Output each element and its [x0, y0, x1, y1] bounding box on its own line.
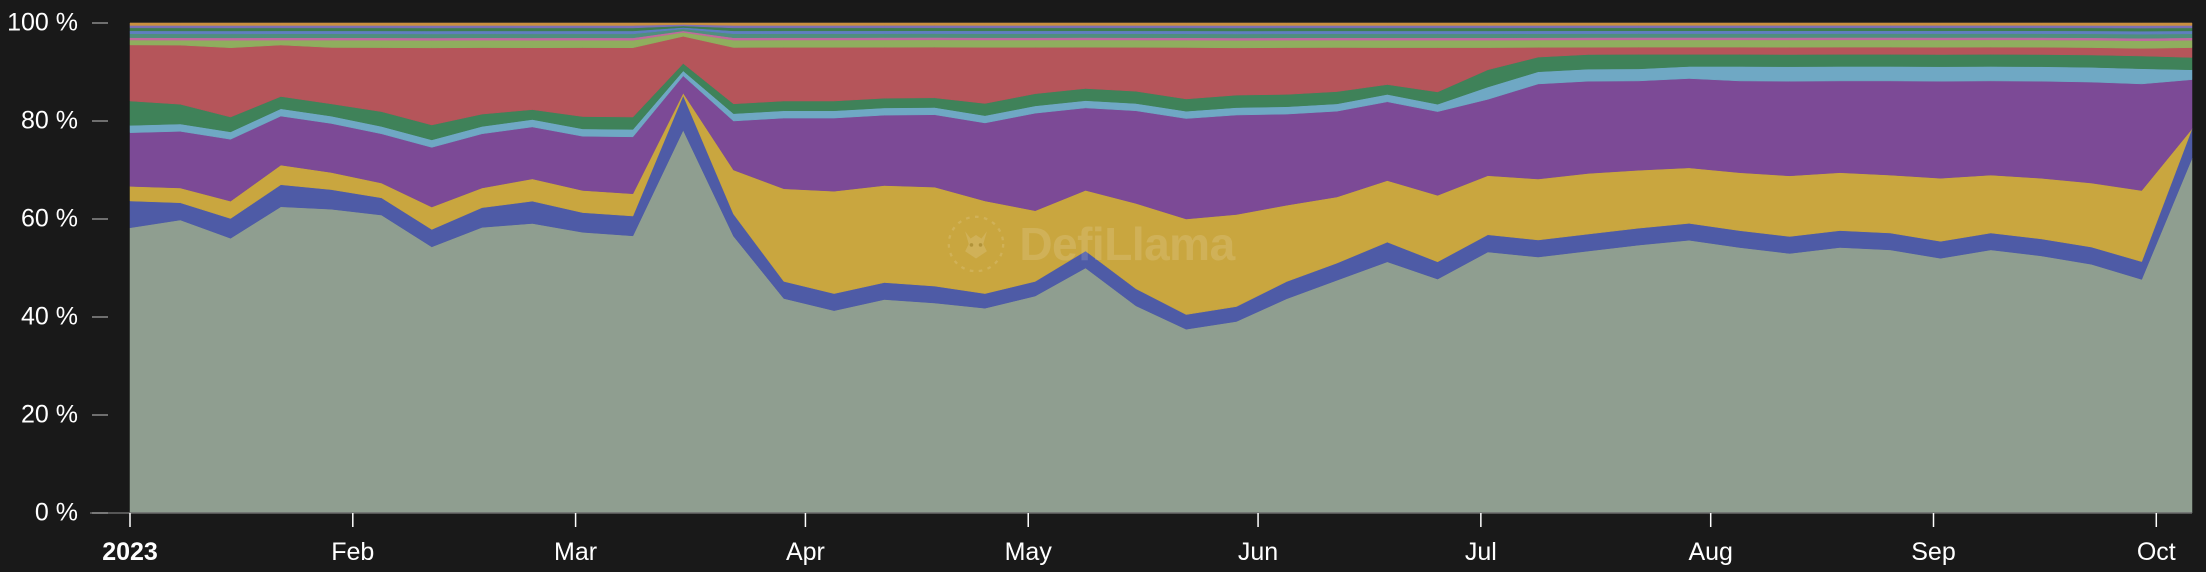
x-tick-label: Sep	[1911, 538, 1955, 566]
y-axis-labels: 0 % 20 % 40 % 60 % 80 % 100 %	[7, 9, 108, 527]
area-series-14[interactable]	[129, 22, 2193, 26]
x-tick-label: Apr	[786, 538, 825, 566]
x-tick-label: Oct	[2137, 538, 2176, 566]
x-tick-label: Aug	[1688, 538, 1732, 566]
chart-canvas[interactable]: 0 % 20 % 40 % 60 % 80 % 100 % 2023 Feb Mar Apr Ma…	[0, 0, 2206, 572]
x-tick-label: Jul	[1465, 538, 1497, 566]
area-series-group[interactable]	[129, 22, 2193, 514]
y-tick-label: 20 %	[21, 401, 78, 429]
y-tick-label: 40 %	[21, 303, 78, 331]
y-tick-label: 0 %	[35, 499, 78, 527]
x-axis-labels: 2023 Feb Mar Apr May Jun Jul Aug Sep Oct	[102, 513, 2176, 566]
y-tick-label: 80 %	[21, 107, 78, 135]
stacked-area-chart[interactable]: 0 % 20 % 40 % 60 % 80 % 100 % 2023 Feb Mar Apr Ma…	[0, 0, 2206, 572]
x-tick-label: Jun	[1238, 538, 1278, 566]
x-tick-label: Feb	[331, 538, 374, 566]
x-tick-label: 2023	[102, 538, 158, 566]
x-tick-label: Mar	[554, 538, 597, 566]
y-tick-label: 60 %	[21, 205, 78, 233]
y-tick-label: 100 %	[7, 9, 78, 37]
x-tick-label: May	[1005, 538, 1053, 566]
